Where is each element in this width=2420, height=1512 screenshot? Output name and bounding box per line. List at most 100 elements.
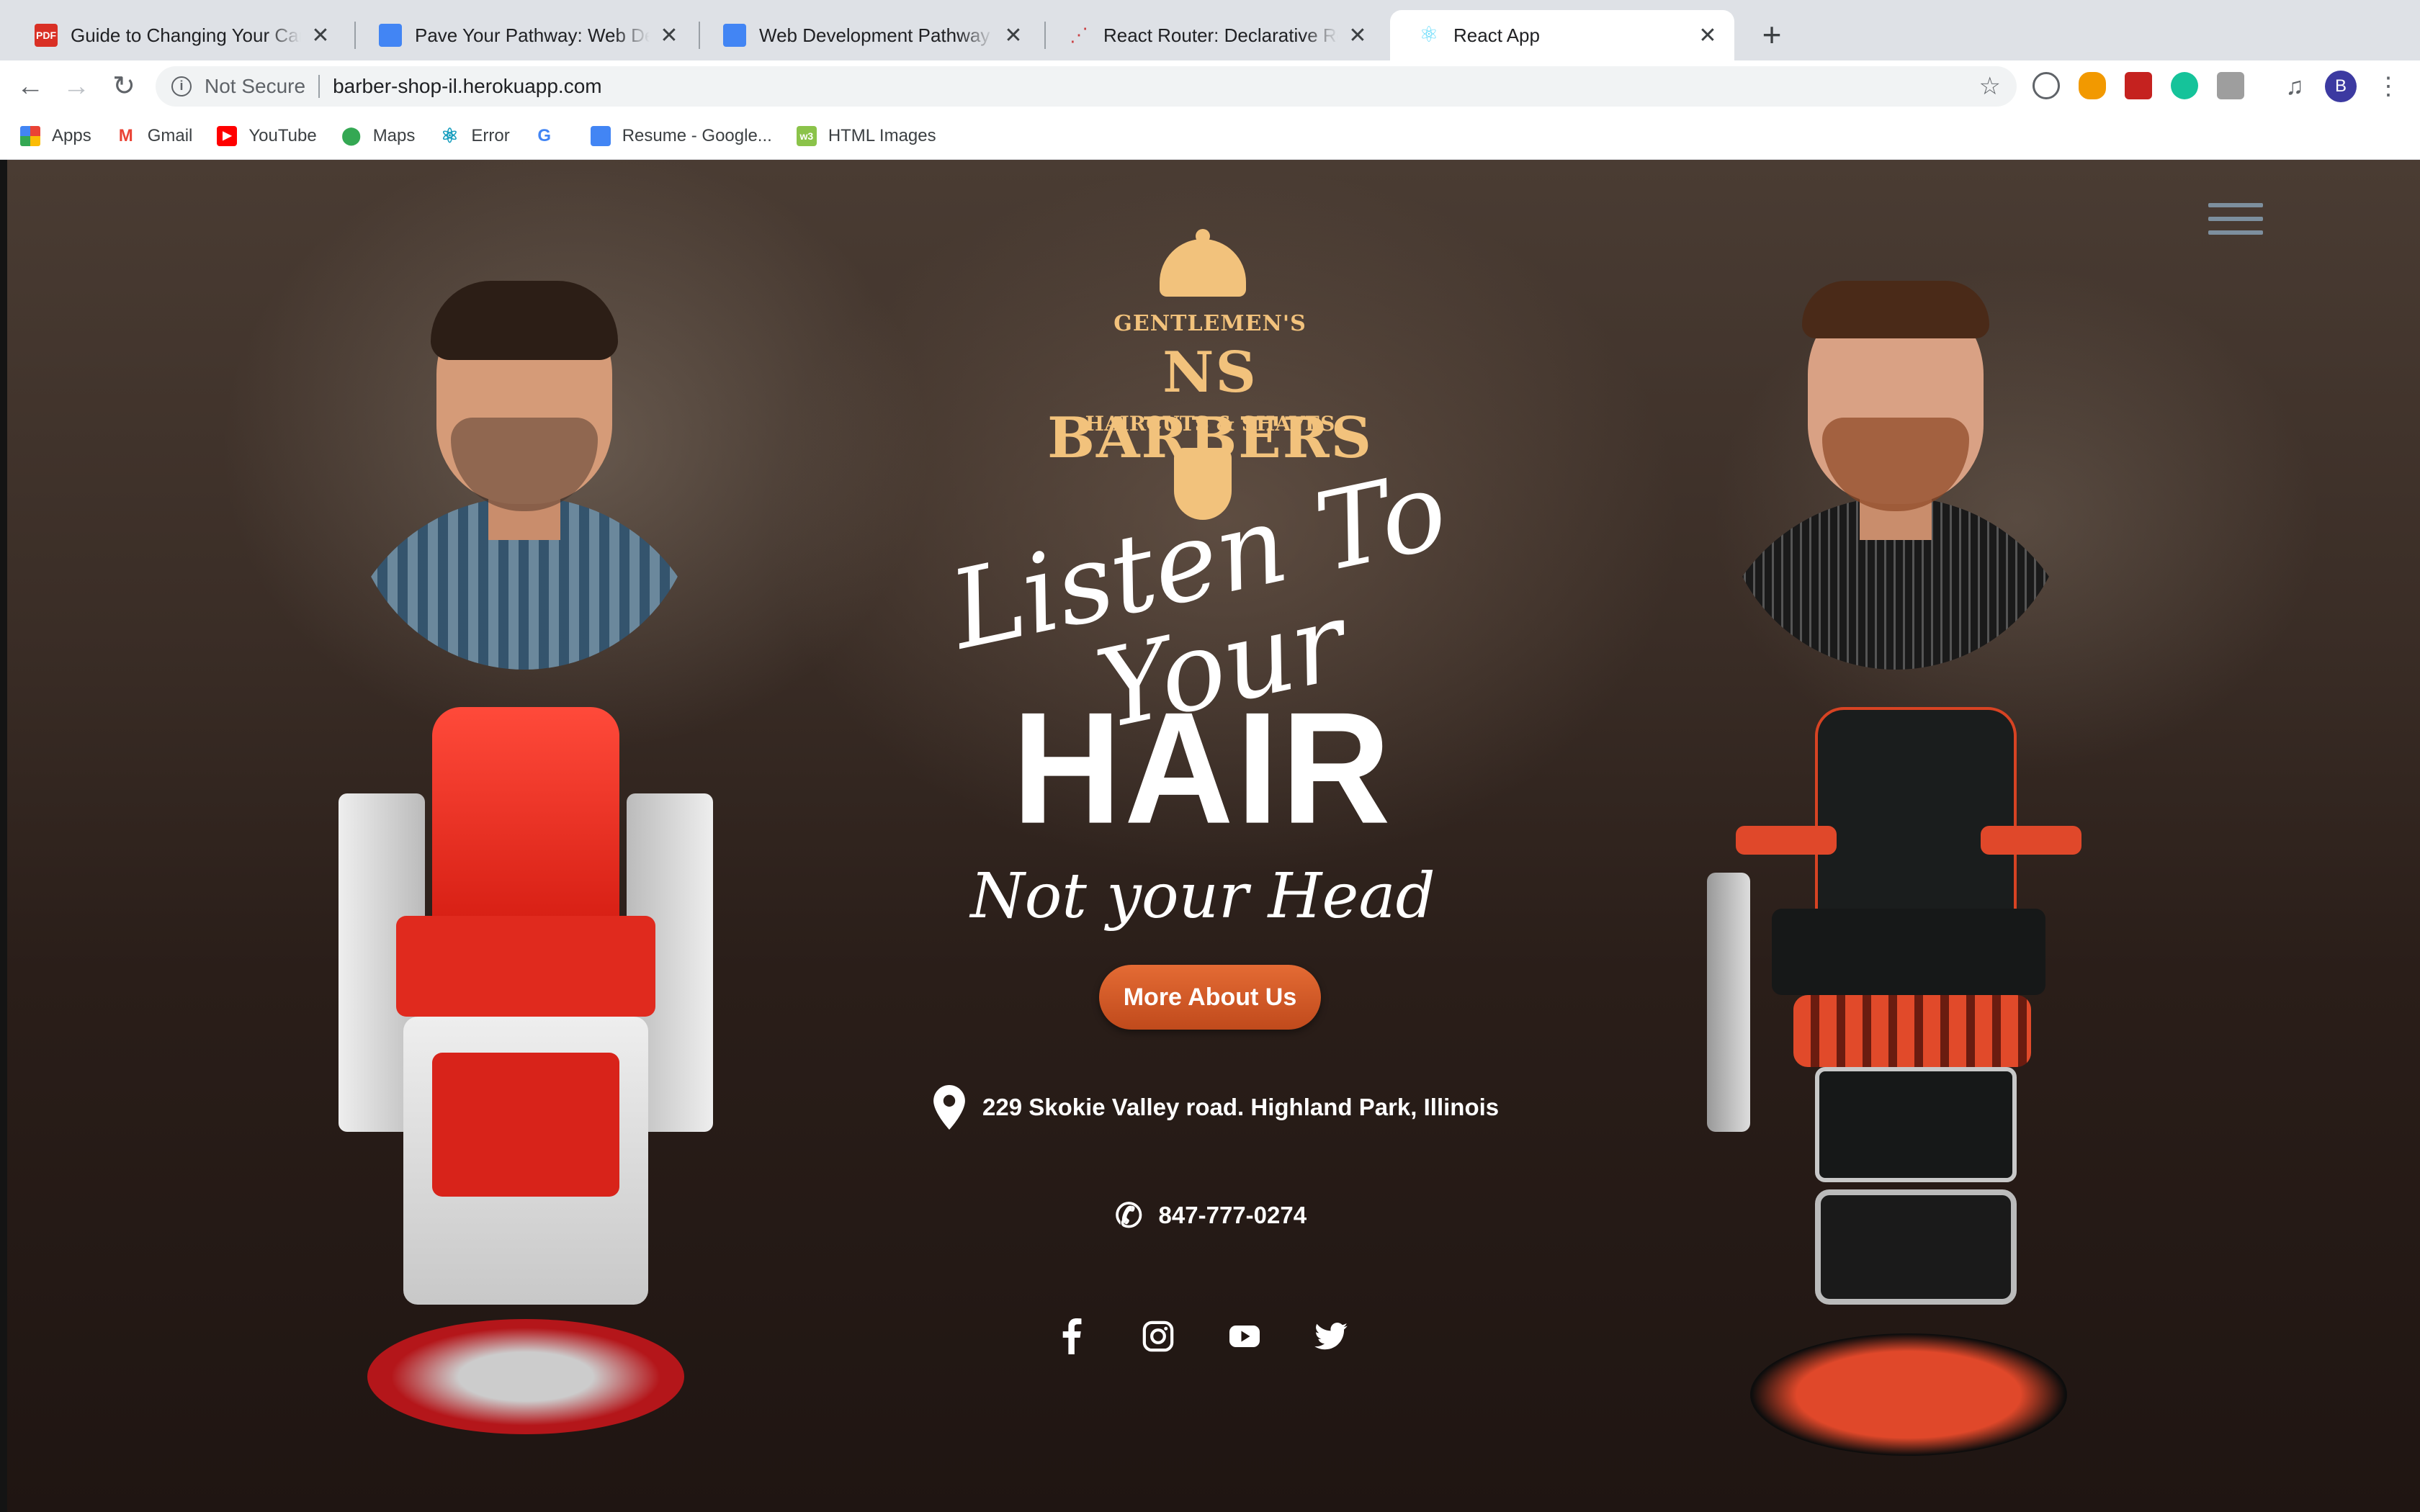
tagline-hair: HAIR [1012, 679, 1394, 857]
bookmark-label: Apps [52, 125, 91, 145]
tab-strip: PDF Guide to Changing Your Career ✕ Pave… [0, 0, 2420, 60]
instagram-icon[interactable] [1137, 1315, 1180, 1358]
bookmark-youtube[interactable]: ▶ YouTube [217, 125, 317, 146]
beard [1822, 418, 1969, 511]
tab-react-app[interactable]: ⚛ React App ✕ [1390, 10, 1734, 60]
bookmark-maps[interactable]: ⬤ Maps [341, 125, 416, 146]
extension-icon[interactable] [2125, 72, 2152, 99]
close-tab-icon[interactable]: ✕ [310, 23, 331, 48]
chair-pedestal [1750, 1333, 2067, 1456]
react-router-icon: ⋰ [1070, 24, 1088, 45]
close-tab-icon[interactable]: ✕ [1697, 23, 1718, 48]
maps-icon: ⬤ [341, 125, 362, 145]
tagline-not-your-head: Not your Head [970, 860, 1435, 932]
bookmark-label: Maps [372, 125, 416, 145]
close-tab-icon[interactable]: ✕ [1003, 23, 1024, 48]
page-left-border [0, 160, 7, 1512]
w3schools-icon: w3 [796, 125, 817, 146]
browser-chrome: PDF Guide to Changing Your Career ✕ Pave… [0, 0, 2420, 160]
react-icon: ⚛ [440, 124, 459, 147]
barber-portrait-right [1723, 281, 2069, 670]
grammarly-icon[interactable] [2171, 72, 2198, 99]
browser-toolbar: ← → ↻ i Not Secure barber-shop-il.heroku… [0, 60, 2420, 112]
chair-arm [1981, 826, 2081, 855]
bookmark-star-icon[interactable]: ☆ [1979, 72, 2001, 101]
omnibox-divider [318, 75, 321, 98]
bookmark-resume[interactable]: Resume - Google... [590, 125, 772, 146]
chair-grille [1793, 995, 2031, 1067]
security-label: Not Secure [205, 75, 306, 97]
react-icon: ⚛ [1419, 23, 1439, 47]
barber-portrait-left [351, 281, 697, 670]
hair [1802, 281, 1989, 338]
bookmark-label: Resume - Google... [622, 125, 772, 145]
twitter-icon[interactable] [1309, 1315, 1353, 1358]
google-docs-icon [379, 24, 402, 47]
tab-title: Guide to Changing Your Career [71, 24, 301, 46]
more-about-us-button[interactable]: More About Us [1099, 965, 1321, 1030]
bookmark-label: YouTube [248, 125, 317, 145]
back-arrow-icon[interactable]: ← [12, 68, 49, 105]
extension-icon[interactable] [2079, 72, 2106, 99]
logo-subtitle-top: GENTLEMEN'S [1113, 311, 1307, 336]
address[interactable]: 229 Skokie Valley road. Highland Park, I… [933, 1084, 1499, 1130]
tab-guide-career[interactable]: PDF Guide to Changing Your Career ✕ [7, 10, 347, 60]
profile-avatar[interactable]: B [2325, 71, 2357, 102]
chair-pedestal [367, 1319, 684, 1434]
bookmark-apps[interactable]: Apps [20, 125, 91, 146]
menu-dots-icon[interactable]: ⋮ [2370, 68, 2407, 105]
youtube-icon[interactable] [1223, 1315, 1266, 1358]
extension-icon[interactable] [2033, 72, 2060, 99]
chair-back [1815, 707, 2017, 916]
location-pin-icon [933, 1085, 965, 1130]
logo-pole-top [1160, 239, 1246, 297]
facebook-icon[interactable] [1050, 1315, 1093, 1358]
tab-title: Web Development Pathway - G [759, 24, 994, 46]
reload-icon[interactable]: ↻ [105, 68, 143, 105]
social-links [1050, 1315, 1396, 1358]
new-tab-icon[interactable]: + [1752, 14, 1792, 55]
gmail-icon: M [118, 125, 133, 145]
google-docs-icon [723, 24, 746, 47]
bookmark-google[interactable]: G [534, 126, 566, 146]
bookmark-html-images[interactable]: w3 HTML Images [796, 125, 936, 146]
tab-web-dev-pathway[interactable]: Web Development Pathway - G ✕ [696, 10, 1040, 60]
address-text: 229 Skokie Valley road. Highland Park, I… [982, 1094, 1500, 1120]
barber-landing-page: GENTLEMEN'S NS BARBERS HAIRCUTS & SHAVES [0, 160, 2420, 1512]
black-barber-chair [1693, 700, 2103, 1506]
google-docs-icon [590, 125, 611, 146]
close-tab-icon[interactable]: ✕ [658, 23, 680, 48]
close-tab-icon[interactable]: ✕ [1347, 23, 1368, 48]
bookmark-error[interactable]: ⚛ Error [439, 124, 510, 147]
phone[interactable]: ✆ 847-777-0274 [1115, 1194, 1307, 1237]
tab-title: React Router: Declarative Rout [1103, 24, 1338, 46]
chair-footplate [1815, 1189, 2017, 1305]
chair-arm [1736, 826, 1837, 855]
bookmark-gmail[interactable]: M Gmail [116, 126, 193, 146]
tab-react-router[interactable]: ⋰ React Router: Declarative Rout ✕ [1040, 10, 1384, 60]
phone-number: 847-777-0274 [1158, 1202, 1307, 1228]
bookmarks-bar: Apps M Gmail ▶ YouTube ⬤ Maps ⚛ Error G … [0, 112, 2420, 160]
forward-arrow-icon[interactable]: → [58, 68, 95, 105]
tab-pave-pathway[interactable]: Pave Your Pathway: Web Dev C ✕ [351, 10, 696, 60]
chair-seat [1772, 909, 2045, 995]
address-bar[interactable]: i Not Secure barber-shop-il.herokuapp.co… [156, 66, 2017, 107]
youtube-icon: ▶ [217, 125, 238, 146]
tab-title: React App [1453, 24, 1540, 46]
phone-icon: ✆ [1115, 1197, 1143, 1234]
chair-lever [1707, 873, 1750, 1132]
chair-footrest [432, 1053, 619, 1197]
pdf-icon: PDF [35, 24, 58, 47]
info-icon[interactable]: i [171, 76, 192, 96]
url-text[interactable]: barber-shop-il.herokuapp.com [333, 75, 602, 98]
hair [431, 281, 618, 360]
bookmark-label: HTML Images [828, 125, 936, 145]
media-control-icon[interactable]: ♫ [2276, 68, 2313, 105]
red-barber-chair [324, 700, 727, 1477]
beard [451, 418, 598, 511]
hamburger-menu-icon[interactable] [2208, 203, 2263, 246]
google-icon: G [537, 125, 552, 145]
extension-icon[interactable] [2217, 72, 2244, 99]
apps-grid-icon [20, 125, 40, 146]
chair-back [432, 707, 619, 923]
